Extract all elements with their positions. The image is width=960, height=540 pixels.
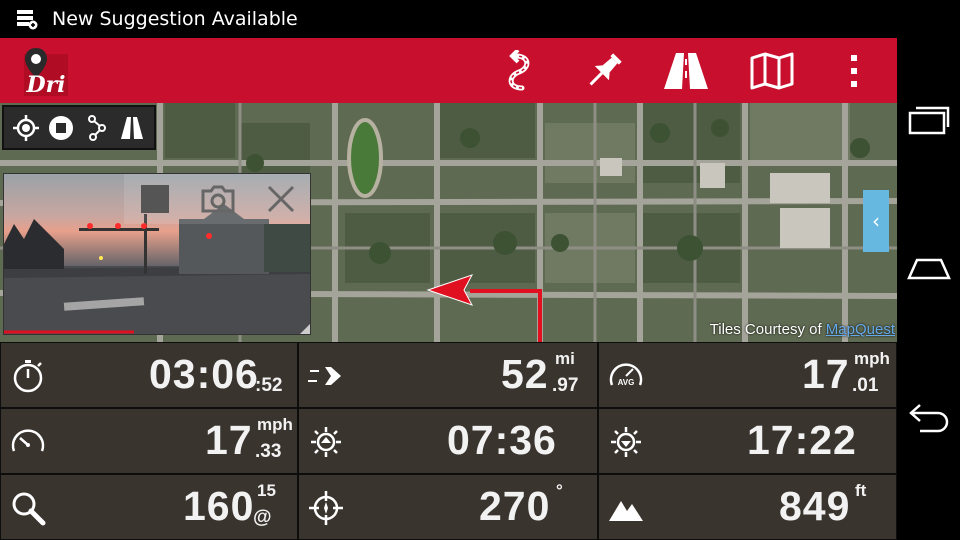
heading-value: 270 bbox=[479, 483, 551, 529]
avg-speed-decimal: .01 bbox=[852, 375, 879, 396]
dashcam-toolbar bbox=[124, 174, 310, 224]
sunset-tile[interactable]: 17:22 bbox=[598, 408, 897, 474]
road-icon bbox=[121, 116, 144, 139]
notification-text[interactable]: New Suggestion Available bbox=[52, 8, 298, 30]
mountain-icon bbox=[609, 501, 643, 521]
stop-square-icon bbox=[141, 185, 170, 213]
speed-unit: mph bbox=[257, 415, 293, 434]
road-toggle-button[interactable] bbox=[117, 113, 147, 143]
satellites-tile[interactable]: 160 15 @ bbox=[0, 474, 298, 540]
locate-button[interactable] bbox=[11, 113, 41, 143]
pin-icon bbox=[589, 53, 622, 86]
close-icon bbox=[267, 185, 294, 213]
satellites-at-symbol: @ bbox=[253, 507, 272, 528]
trip-time-value: 03:06 bbox=[149, 351, 259, 397]
dashcam-close-button[interactable] bbox=[261, 179, 301, 219]
average-speed-gauge-icon: AVG bbox=[609, 363, 643, 387]
compass-crosshair-icon bbox=[309, 491, 343, 525]
overflow-menu-icon bbox=[851, 55, 857, 87]
status-bar: New Suggestion Available bbox=[0, 0, 960, 38]
trip-time-seconds: :52 bbox=[255, 375, 283, 396]
map-view[interactable]: ‹ Tiles Courtesy of MapQuest bbox=[0, 103, 897, 342]
stop-icon bbox=[49, 115, 74, 140]
sunrise-tile[interactable]: 07:36 bbox=[298, 408, 598, 474]
map-icon bbox=[750, 52, 794, 90]
speed-arrow-icon bbox=[308, 367, 341, 385]
stopwatch-icon bbox=[13, 360, 43, 393]
home-icon bbox=[907, 258, 951, 280]
trip-dashboard: 03:06 :52 52 mi .97 AVG 17 mph .01 17 mp… bbox=[0, 342, 897, 540]
satellites-value: 160 bbox=[183, 483, 255, 529]
map-controls bbox=[2, 105, 156, 150]
back-button[interactable] bbox=[905, 396, 953, 440]
mapquest-link[interactable]: MapQuest bbox=[826, 321, 895, 338]
system-nav-bar bbox=[897, 38, 960, 540]
map-credit-text: Tiles Courtesy of bbox=[709, 321, 826, 338]
app-logo[interactable]: Dri bbox=[22, 46, 68, 98]
back-icon bbox=[909, 404, 949, 433]
chevron-left-icon: ‹ bbox=[872, 209, 880, 233]
heading-tile[interactable]: 270 ° bbox=[298, 474, 598, 540]
dashcam-stop-button[interactable] bbox=[135, 179, 175, 219]
sunrise-icon bbox=[311, 427, 341, 457]
sunset-value: 17:22 bbox=[747, 417, 857, 463]
distance-tile[interactable]: 52 mi .97 bbox=[298, 342, 598, 408]
distance-unit: mi bbox=[555, 349, 575, 368]
pin-button[interactable] bbox=[580, 48, 628, 94]
altitude-tile[interactable]: 849 ft bbox=[598, 474, 897, 540]
speed-decimal: .33 bbox=[255, 441, 282, 462]
satellites-count: 15 bbox=[257, 481, 276, 500]
avg-speed-tile[interactable]: AVG 17 mph .01 bbox=[598, 342, 897, 408]
map-credit: Tiles Courtesy of MapQuest bbox=[710, 321, 895, 338]
dashcam-snapshot-button[interactable] bbox=[198, 179, 238, 219]
crosshair-icon bbox=[12, 114, 39, 141]
altitude-value: 849 bbox=[779, 483, 851, 529]
speed-tile[interactable]: 17 mph .33 bbox=[0, 408, 298, 474]
camera-icon bbox=[201, 185, 235, 213]
app-screen: New Suggestion Available Dri ‹ Tiles Cou… bbox=[0, 0, 960, 540]
search-magnifier-icon bbox=[12, 492, 46, 526]
side-drawer-handle[interactable]: ‹ bbox=[863, 190, 889, 252]
dashcam-preview[interactable] bbox=[3, 173, 311, 335]
altitude-unit: ft bbox=[855, 481, 867, 500]
route-button[interactable] bbox=[495, 48, 543, 94]
path-button[interactable] bbox=[82, 113, 112, 143]
overflow-menu-button[interactable] bbox=[830, 48, 878, 94]
distance-value: 52 bbox=[501, 351, 549, 397]
sunrise-value: 07:36 bbox=[447, 417, 557, 463]
svg-text:Dri: Dri bbox=[25, 72, 65, 96]
home-button[interactable] bbox=[905, 246, 953, 290]
notification-list-icon[interactable] bbox=[16, 8, 38, 30]
heading-unit: ° bbox=[556, 481, 563, 500]
route-icon bbox=[508, 50, 530, 91]
recents-button[interactable] bbox=[905, 98, 953, 142]
svg-text:AVG: AVG bbox=[618, 378, 635, 387]
path-nodes-icon bbox=[87, 114, 106, 141]
road-button[interactable] bbox=[662, 48, 710, 94]
sunset-icon bbox=[611, 427, 641, 457]
road-icon bbox=[664, 53, 708, 89]
avg-speed-value: 17 bbox=[802, 351, 850, 397]
map-button[interactable] bbox=[748, 48, 796, 94]
distance-decimal: .97 bbox=[552, 375, 579, 396]
stop-recording-button[interactable] bbox=[46, 113, 76, 143]
avg-speed-unit: mph bbox=[854, 349, 890, 368]
recents-icon bbox=[908, 106, 950, 135]
trip-time-tile[interactable]: 03:06 :52 bbox=[0, 342, 298, 408]
speed-value: 17 bbox=[205, 417, 253, 463]
action-bar: Dri bbox=[0, 38, 897, 103]
speedometer-icon bbox=[11, 429, 45, 452]
